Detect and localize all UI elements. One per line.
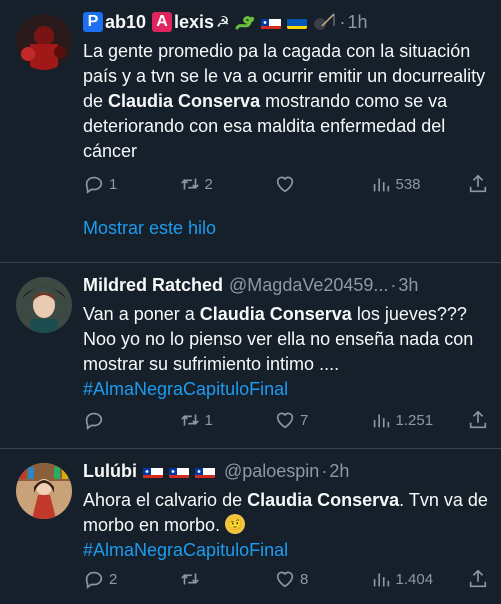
retweet-button[interactable]: 1 <box>179 409 243 431</box>
heart-icon <box>276 412 294 429</box>
user-handle[interactable]: @paloespin <box>224 459 319 483</box>
tweet-actions: 1 2 538 <box>83 172 489 196</box>
separator-dot: · <box>390 275 397 295</box>
like-count: 7 <box>300 411 309 429</box>
badge-p: P <box>83 12 103 32</box>
tweet-header: Lulúbi @paloespin · 2h <box>83 459 491 483</box>
retweet-button[interactable]: 2 <box>179 173 243 195</box>
user-handle[interactable]: @MagdaVe20459... <box>229 273 388 297</box>
avatar-lulubi[interactable] <box>16 463 72 519</box>
retweet-icon <box>180 573 199 585</box>
separator-dot: · <box>339 12 346 32</box>
show-thread-link[interactable]: Mostrar este hilo <box>83 218 216 239</box>
chile-flag-icon <box>168 464 189 478</box>
tweet-2[interactable]: Mildred Ratched @MagdaVe20459... · 3h Va… <box>0 263 501 448</box>
tweet-3[interactable]: Lulúbi @paloespin · 2h Ahora el calvario… <box>0 449 501 604</box>
tweet-1[interactable]: P ab10 A lexis ☭ · 1h La gente promedio … <box>0 0 501 262</box>
reply-button[interactable] <box>83 409 147 431</box>
views-button[interactable]: 1.404 <box>370 568 434 590</box>
tweet-actions: 1 7 1.251 <box>83 408 489 432</box>
heart-icon <box>276 176 294 193</box>
retweet-icon <box>180 414 199 426</box>
share-icon <box>469 569 487 588</box>
views-count: 1.251 <box>395 411 434 429</box>
display-name-end[interactable]: lexis <box>174 10 214 34</box>
hammer-sickle-icon: ☭ <box>216 13 230 31</box>
fishing-icon <box>313 13 335 30</box>
views-icon <box>373 178 389 192</box>
tweet-header: P ab10 A lexis ☭ · 1h <box>83 10 491 34</box>
views-button[interactable]: 538 <box>370 173 434 195</box>
share-button[interactable] <box>465 568 489 590</box>
hashtag-link[interactable]: #AlmaNegraCapituloFinal <box>83 377 491 402</box>
display-name[interactable]: Mildred Ratched <box>83 273 223 297</box>
share-button[interactable] <box>465 173 489 195</box>
views-count: 1.404 <box>395 570 434 588</box>
heart-icon <box>276 571 294 588</box>
share-icon <box>469 174 487 193</box>
reply-button[interactable]: 1 <box>83 173 147 195</box>
tweet-text: La gente promedio pa la cagada con la si… <box>83 39 491 164</box>
tweet-time[interactable]: 1h <box>348 10 368 34</box>
display-name[interactable]: Lulúbi <box>83 459 137 483</box>
display-name[interactable]: ab10 <box>105 10 146 34</box>
tweet-text-part: Van a poner a <box>83 304 200 324</box>
tweet-text-bold: Claudia Conserva <box>247 490 400 510</box>
tweet-time[interactable]: 2h <box>329 459 349 483</box>
chile-flag-icon <box>194 464 215 478</box>
share-button[interactable] <box>465 409 489 431</box>
chile-flag-icon <box>260 15 281 29</box>
reply-icon <box>85 412 103 430</box>
tweet-text-bold: Claudia Conserva <box>199 304 352 324</box>
tweet-actions: 2 8 1.404 <box>83 567 489 591</box>
views-button[interactable]: 1.251 <box>370 409 434 431</box>
chile-flag-icon <box>142 464 163 478</box>
separator-dot: · <box>321 461 328 481</box>
retweet-icon <box>180 178 199 190</box>
tweet-text: Ahora el calvario de Claudia Conserva. T… <box>83 488 491 538</box>
views-icon <box>373 573 389 587</box>
tweet-text: Van a poner a Claudia Conserva los jueve… <box>83 302 491 377</box>
like-count: 8 <box>300 570 309 588</box>
views-icon <box>373 414 389 428</box>
raised-eyebrow-emoji: 🤨 <box>225 514 246 534</box>
avatar-mildred[interactable] <box>16 277 72 333</box>
reply-button[interactable]: 2 <box>83 568 147 590</box>
tweet-text-bold: Claudia Conserva <box>108 91 261 111</box>
tweet-header: Mildred Ratched @MagdaVe20459... · 3h <box>83 273 491 297</box>
views-count: 538 <box>395 175 421 193</box>
badge-a: A <box>152 12 173 32</box>
like-button[interactable]: 7 <box>274 409 338 431</box>
tweet-time[interactable]: 3h <box>398 273 418 297</box>
retweet-count: 2 <box>204 175 213 193</box>
like-button[interactable]: 8 <box>274 568 338 590</box>
like-button[interactable] <box>274 173 338 195</box>
share-icon <box>469 410 487 429</box>
ukraine-flag-icon <box>286 15 307 29</box>
retweet-button[interactable] <box>179 568 243 590</box>
avatar-pab10[interactable] <box>16 14 72 70</box>
reply-count: 1 <box>109 175 118 193</box>
hashtag-link[interactable]: #AlmaNegraCapituloFinal <box>83 538 491 563</box>
reply-icon <box>85 571 103 589</box>
retweet-count: 1 <box>204 411 213 429</box>
tweet-text-part: Ahora el calvario de <box>83 490 248 510</box>
snake-icon <box>235 16 254 30</box>
reply-icon <box>85 176 103 194</box>
reply-count: 2 <box>109 570 118 588</box>
